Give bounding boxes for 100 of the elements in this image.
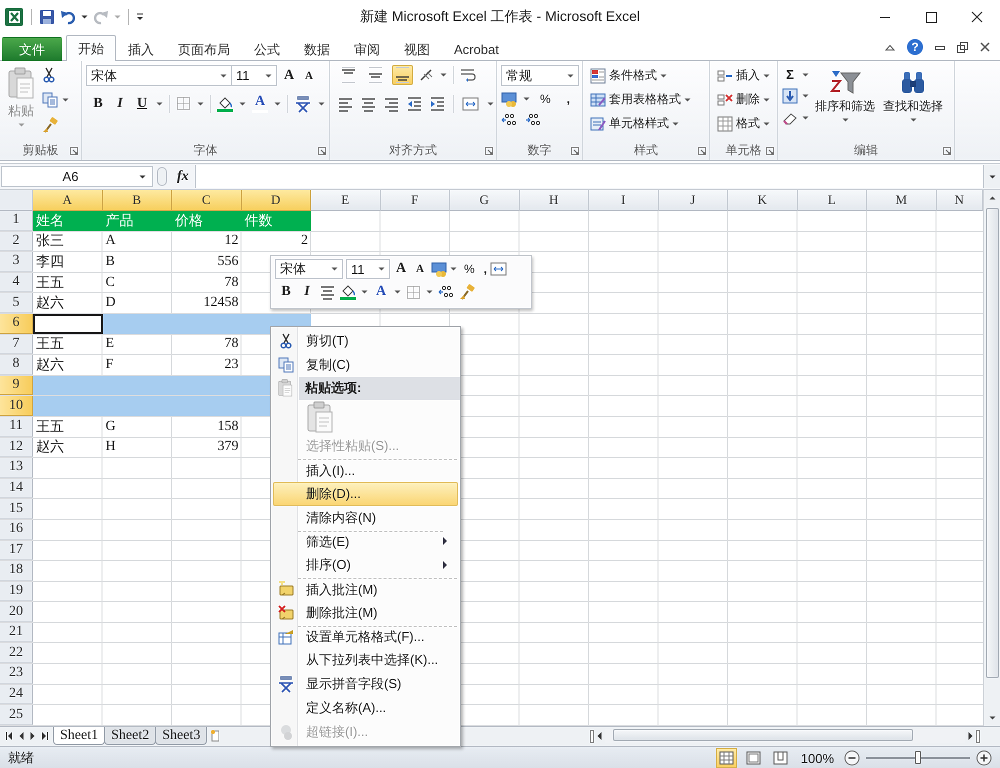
- column-header[interactable]: J: [658, 190, 728, 211]
- formula-input[interactable]: [194, 165, 983, 188]
- caret-icon[interactable]: [802, 94, 809, 98]
- currency-icon[interactable]: [431, 261, 447, 277]
- dialog-launcher-icon[interactable]: [943, 146, 951, 154]
- fill-down-icon[interactable]: [782, 88, 798, 104]
- caret-icon[interactable]: [672, 122, 679, 126]
- ribbon-tab[interactable]: 页面布局: [166, 37, 242, 61]
- caret-icon[interactable]: [81, 15, 88, 19]
- caret-icon[interactable]: [450, 267, 457, 271]
- column-header[interactable]: N: [936, 190, 983, 211]
- row-header[interactable]: 20: [0, 602, 33, 622]
- scissors-icon[interactable]: [42, 67, 56, 83]
- caret-icon[interactable]: [440, 73, 447, 77]
- font-size-field[interactable]: 11: [231, 65, 277, 86]
- row-header[interactable]: 4: [0, 272, 33, 292]
- next-sheet-icon[interactable]: [30, 732, 35, 740]
- caret-icon[interactable]: [988, 174, 996, 178]
- splitter-handle[interactable]: [157, 167, 167, 186]
- split-handle[interactable]: [976, 730, 980, 742]
- ribbon-tab[interactable]: 插入: [116, 37, 166, 61]
- caret-icon[interactable]: [239, 102, 246, 106]
- menu-item[interactable]: 从下拉列表中选择(K)...: [273, 648, 458, 672]
- menu-item[interactable]: 排序(O): [273, 553, 458, 578]
- sheet-tab[interactable]: Sheet1: [53, 727, 106, 745]
- fill-color-icon[interactable]: [217, 96, 233, 112]
- previous-sheet-icon[interactable]: [19, 732, 24, 740]
- increase-decimal-icon[interactable]: [438, 284, 454, 300]
- row-header[interactable]: 18: [0, 561, 33, 581]
- row-header[interactable]: 5: [0, 293, 33, 313]
- column-header[interactable]: M: [867, 190, 936, 211]
- caret-icon[interactable]: [802, 116, 809, 120]
- zoom-out-icon[interactable]: [844, 750, 860, 766]
- menu-item[interactable]: 清除内容(N): [273, 506, 458, 530]
- merge-cells-icon[interactable]: [490, 261, 508, 277]
- insert-sheet-icon[interactable]: [211, 729, 220, 743]
- align-center-icon[interactable]: [361, 96, 376, 112]
- border-icon[interactable]: [406, 284, 421, 300]
- row-header[interactable]: 23: [0, 664, 33, 684]
- bold-button[interactable]: B: [90, 96, 106, 112]
- dialog-launcher-icon[interactable]: [485, 146, 493, 154]
- ribbon-tab[interactable]: 视图: [392, 37, 442, 61]
- scroll-left-icon[interactable]: [597, 732, 602, 740]
- split-handle[interactable]: [590, 730, 594, 742]
- caret-icon[interactable]: [318, 102, 325, 106]
- editing-button[interactable]: 查找和选择: [881, 65, 945, 141]
- grow-font-button[interactable]: A: [281, 68, 297, 84]
- caret-icon[interactable]: [361, 290, 368, 294]
- currency-icon[interactable]: [501, 91, 517, 107]
- row-header[interactable]: 22: [0, 643, 33, 664]
- save-icon[interactable]: [39, 9, 55, 25]
- shrink-font-button[interactable]: A: [301, 70, 317, 82]
- excel-logo-icon[interactable]: [4, 7, 24, 27]
- sheet-tab[interactable]: Sheet3: [155, 727, 208, 745]
- caret-icon[interactable]: [842, 118, 848, 122]
- caret-icon[interactable]: [802, 72, 809, 76]
- comma-button[interactable]: ,: [566, 92, 570, 106]
- caret-icon[interactable]: [523, 97, 530, 101]
- font-color-button[interactable]: A: [252, 94, 268, 113]
- scroll-up-icon[interactable]: [988, 196, 996, 200]
- format-painter-icon[interactable]: [459, 284, 475, 300]
- align-right-icon[interactable]: [384, 96, 399, 112]
- caret-icon[interactable]: [139, 174, 146, 178]
- caret-icon[interactable]: [763, 122, 770, 126]
- merge-cells-icon[interactable]: [462, 96, 479, 112]
- text-orientation-icon[interactable]: [419, 68, 434, 82]
- comma-button[interactable]: ,: [484, 262, 488, 276]
- restore-icon[interactable]: [957, 42, 968, 52]
- row-header[interactable]: 12: [0, 438, 33, 458]
- view-button[interactable]: [716, 748, 737, 768]
- zoom-in-icon[interactable]: [976, 750, 992, 766]
- increase-decimal-icon[interactable]: [501, 112, 517, 128]
- underline-button[interactable]: U: [134, 96, 150, 112]
- cells-button[interactable]: 插入: [714, 65, 773, 86]
- sheet-tab[interactable]: Sheet2: [104, 727, 156, 745]
- row-header[interactable]: 25: [0, 705, 33, 725]
- caret-icon[interactable]: [331, 267, 338, 271]
- italic-button[interactable]: I: [112, 96, 128, 112]
- caret-icon[interactable]: [763, 74, 770, 78]
- menu-item[interactable]: 插入批注(M): [273, 577, 458, 601]
- row-header[interactable]: 17: [0, 540, 33, 560]
- caret-icon[interactable]: [684, 98, 691, 102]
- menu-item[interactable]: 设置单元格格式(F)...: [273, 624, 458, 649]
- border-icon[interactable]: [176, 96, 191, 111]
- insert-function-button[interactable]: fx: [171, 168, 195, 184]
- column-header[interactable]: E: [311, 190, 380, 211]
- font-size-field[interactable]: 11: [346, 259, 390, 279]
- row-header[interactable]: 3: [0, 252, 33, 272]
- row-header[interactable]: 24: [0, 684, 33, 704]
- caret-icon[interactable]: [487, 102, 494, 106]
- format-painter-icon[interactable]: [42, 117, 58, 133]
- row-header[interactable]: 11: [0, 416, 33, 437]
- column-header[interactable]: L: [798, 190, 867, 211]
- vertical-align-button[interactable]: [392, 65, 413, 85]
- row-header[interactable]: 9: [0, 376, 33, 396]
- row-header[interactable]: 6: [0, 314, 33, 334]
- menu-item[interactable]: 插入(I)...: [273, 458, 458, 482]
- decrease-indent-icon[interactable]: [407, 96, 422, 112]
- scrollbar-thumb[interactable]: [613, 729, 913, 741]
- undo-icon[interactable]: [60, 9, 76, 25]
